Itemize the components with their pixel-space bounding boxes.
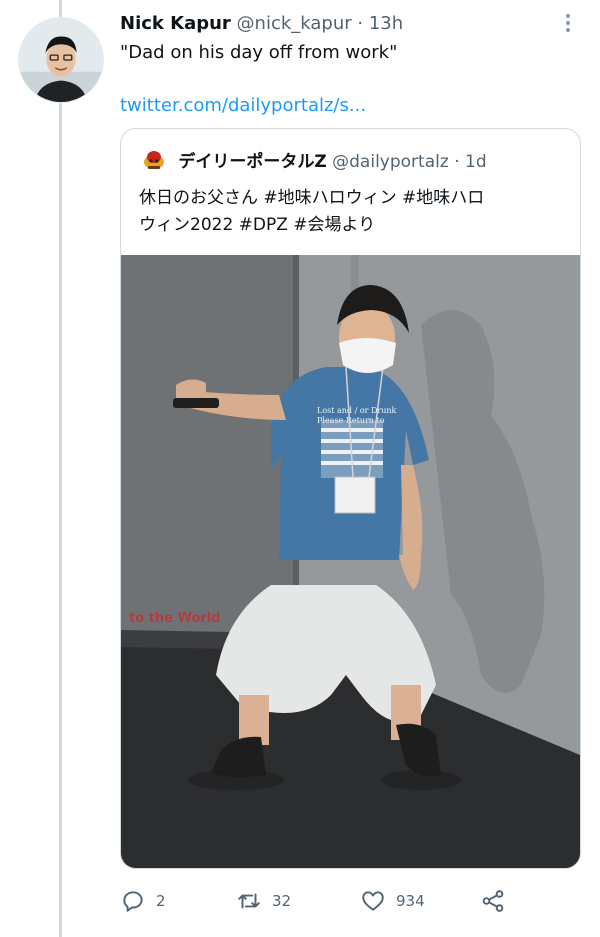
dpz-logo-icon (144, 151, 164, 169)
author-handle[interactable]: @nick_kapur (237, 13, 352, 34)
header-separator: · (357, 13, 364, 34)
tweet-header: Nick Kapur @nick_kapur · 13h (120, 12, 403, 36)
reply-button[interactable]: 2 (120, 885, 166, 917)
share-icon (482, 890, 504, 912)
tweet-text: "Dad on his day off from work" (120, 42, 398, 63)
thread-line (59, 0, 62, 937)
like-count: 934 (396, 892, 425, 910)
quote-separator: · (454, 152, 460, 172)
tweet-link[interactable]: twitter.com/dailyportalz/s... (120, 93, 366, 119)
quote-text-line1: 休日のお父さん #地味ハロウィン #地味ハロ (139, 188, 485, 208)
quote-text-line2: ウィン2022 #DPZ #会場より (139, 215, 376, 235)
heart-icon (362, 891, 384, 911)
retweet-count: 32 (272, 892, 292, 910)
quote-time[interactable]: 1d (465, 152, 487, 172)
photo-image: to the World Lost and / or Drunk Please … (121, 255, 580, 868)
action-bar: 2 32 934 (120, 885, 520, 917)
avatar-image (19, 18, 103, 102)
quote-header: デイリーポータルZ @dailyportalz · 1d (143, 149, 487, 174)
author-name[interactable]: Nick Kapur (120, 13, 231, 34)
quote-photo[interactable]: to the World Lost and / or Drunk Please … (121, 255, 580, 868)
reply-icon (123, 891, 143, 912)
shirt-text-1: Lost and / or Drunk (317, 406, 397, 415)
quote-author-handle[interactable]: @dailyportalz (332, 152, 449, 172)
retweet-icon (238, 893, 260, 909)
quote-text: 休日のお父さん #地味ハロウィン #地味ハロ ウィン2022 #DPZ #会場よ… (139, 185, 559, 239)
wall-text: to the World (129, 611, 220, 626)
reply-count: 2 (156, 892, 166, 910)
tweet-time[interactable]: 13h (369, 13, 403, 34)
quoted-tweet[interactable]: デイリーポータルZ @dailyportalz · 1d 休日のお父さん #地味… (120, 128, 581, 869)
shirt-text-2: Please Return to (317, 416, 385, 425)
avatar[interactable] (18, 17, 104, 103)
share-button[interactable] (480, 885, 516, 917)
more-icon[interactable] (560, 12, 576, 34)
quote-author-name[interactable]: デイリーポータルZ (178, 152, 326, 172)
like-button[interactable]: 934 (360, 885, 425, 917)
retweet-button[interactable]: 32 (236, 885, 291, 917)
